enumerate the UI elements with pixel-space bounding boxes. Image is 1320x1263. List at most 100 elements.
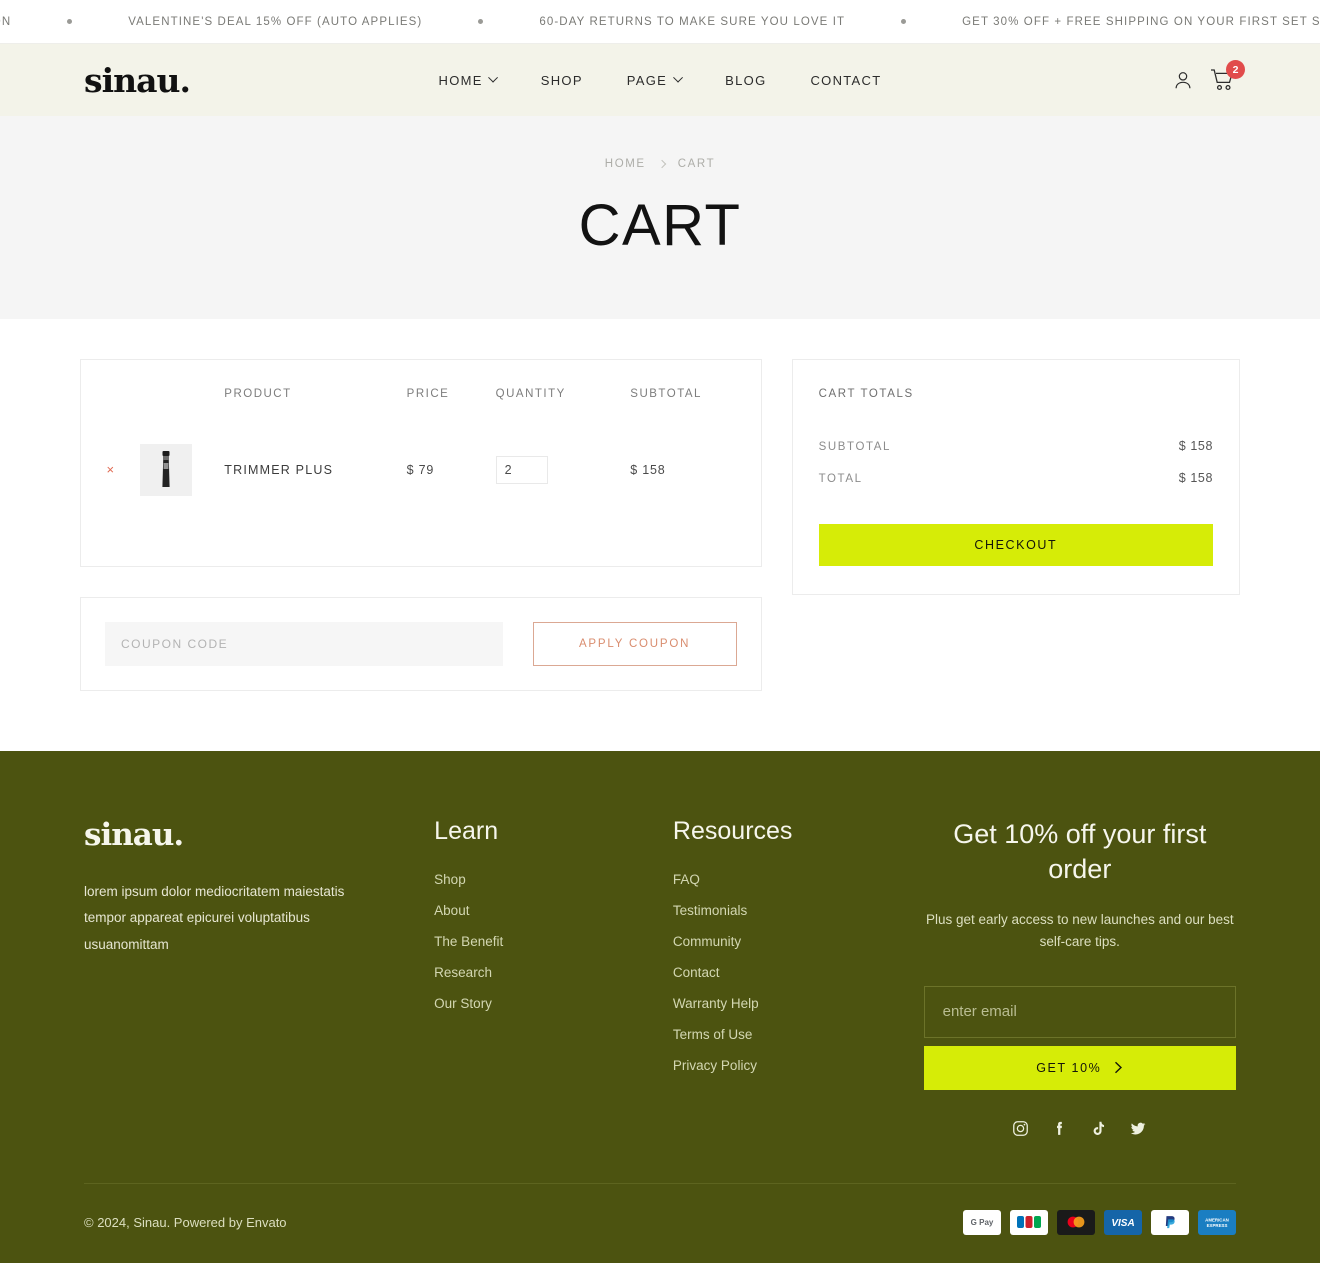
page-hero: HOME CART CART [0, 116, 1320, 319]
column-image [140, 360, 225, 426]
amex-glyph: AMERICAN EXPRESS [1205, 1218, 1229, 1228]
site-header: sinau. HOME SHOP PAGE BLOG CONTACT 2 [0, 44, 1320, 116]
totals-value: $ 158 [1178, 471, 1213, 485]
account-button[interactable] [1172, 69, 1194, 91]
nav-label: BLOG [725, 72, 767, 88]
cart-header-row: PRODUCT PRICE QUANTITY SUBTOTAL [81, 360, 761, 426]
footer-link-community[interactable]: Community [673, 934, 924, 949]
ticker-separator-dot [67, 19, 73, 24]
totals-row-subtotal: SUBTOTAL $ 158 [819, 430, 1213, 462]
nav-item-blog[interactable]: BLOG [725, 73, 766, 88]
footer-link-terms-of-use[interactable]: Terms of Use [673, 1027, 924, 1042]
footer-resources-column: Resources FAQ Testimonials Community Con… [673, 817, 924, 1137]
main-content: PRODUCT PRICE QUANTITY SUBTOTAL × TRIMME… [0, 319, 1320, 751]
footer-bottom-bar: © 2024, Sinau. Powered by Envato G Pay V… [84, 1182, 1236, 1263]
mastercard-glyph [1067, 1216, 1085, 1228]
table-spacer-row [81, 514, 761, 566]
ticker-separator-dot [901, 19, 907, 24]
site-logo[interactable]: sinau. [84, 61, 191, 100]
jcb-icon [1010, 1209, 1048, 1235]
column-remove [81, 360, 140, 426]
chevron-right-icon [1115, 1061, 1123, 1074]
footer-logo[interactable]: sinau. [84, 817, 434, 853]
footer-link-contact[interactable]: Contact [673, 965, 924, 980]
coupon-card: APPLY COUPON [80, 597, 762, 691]
main-navigation: HOME SHOP PAGE BLOG CONTACT [438, 72, 882, 88]
svg-text:EXPRESS: EXPRESS [1207, 1223, 1228, 1228]
instagram-icon[interactable] [1012, 1120, 1029, 1137]
header-actions: 2 [1172, 60, 1245, 92]
footer-link-warranty-help[interactable]: Warranty Help [673, 996, 924, 1011]
footer-link-shop[interactable]: Shop [434, 872, 673, 887]
ticker-track: NG ON YOUR FIRST SET SUBSCRIPTION VALENT… [0, 16, 1320, 28]
chevron-right-icon [657, 159, 666, 169]
footer-link-the-benefit[interactable]: The Benefit [434, 934, 673, 949]
paypal-icon [1151, 1209, 1189, 1235]
breadcrumb-item-cart: CART [677, 158, 716, 170]
nav-label: HOME [438, 72, 483, 88]
nav-label: SHOP [540, 72, 583, 88]
totals-label: TOTAL [818, 473, 863, 485]
footer-resources-title: Resources [672, 817, 793, 845]
coupon-input[interactable] [105, 622, 503, 666]
ticker-item: GET 30% OFF + FREE SHIPPING ON YOUR FIRS… [962, 15, 1320, 28]
american-express-icon: AMERICAN EXPRESS [1198, 1209, 1236, 1235]
twitter-icon[interactable] [1129, 1120, 1147, 1137]
nav-item-home[interactable]: HOME [438, 72, 499, 88]
table-row: × TRIMMER PLUS $ 79 2 $ 158 [81, 426, 761, 514]
newsletter-email-input[interactable] [923, 985, 1236, 1038]
page-title: CART [578, 193, 742, 258]
footer-link-testimonials[interactable]: Testimonials [673, 903, 924, 918]
ticker-separator-dot [478, 19, 484, 24]
newsletter-title: Get 10% off your first order [953, 819, 1207, 885]
nav-item-shop[interactable]: SHOP [541, 73, 583, 88]
trimmer-icon [162, 451, 170, 487]
footer-link-privacy-policy[interactable]: Privacy Policy [673, 1058, 924, 1073]
apply-coupon-button[interactable]: APPLY COUPON [532, 622, 737, 666]
footer-description: lorem ipsum dolor mediocritatem maiestat… [84, 884, 345, 952]
remove-cell: × [81, 426, 140, 514]
svg-text:AMERICAN: AMERICAN [1205, 1218, 1229, 1223]
nav-label: PAGE [626, 72, 668, 88]
column-price: PRICE [406, 388, 450, 400]
column-quantity: QUANTITY [495, 388, 566, 400]
chevron-down-icon [488, 72, 499, 83]
facebook-icon[interactable] [1051, 1120, 1068, 1137]
nav-item-page[interactable]: PAGE [626, 72, 683, 88]
breadcrumb-item-home[interactable]: HOME [605, 158, 646, 170]
footer-link-faq[interactable]: FAQ [673, 872, 924, 887]
newsletter-subtitle: Plus get early access to new launches an… [925, 912, 1234, 950]
visa-glyph: VISA [1111, 1218, 1134, 1229]
product-thumbnail[interactable] [139, 444, 192, 496]
svg-text:G Pay: G Pay [971, 1218, 994, 1227]
newsletter-submit-button[interactable]: GET 10% [923, 1045, 1236, 1090]
footer-link-about[interactable]: About [434, 903, 673, 918]
quantity-input[interactable]: 2 [495, 456, 548, 484]
product-image-cell [139, 426, 225, 514]
cart-count-badge: 2 [1226, 60, 1245, 79]
totals-column: CART TOTALS SUBTOTAL $ 158 TOTAL $ 158 C… [791, 359, 1240, 595]
cart-totals-card: CART TOTALS SUBTOTAL $ 158 TOTAL $ 158 C… [791, 359, 1240, 595]
site-footer: sinau. lorem ipsum dolor mediocritatem m… [0, 751, 1320, 1263]
gpay-glyph: G Pay [971, 1218, 994, 1227]
product-name[interactable]: TRIMMER PLUS [224, 463, 333, 477]
checkout-button[interactable]: CHECKOUT [818, 524, 1213, 566]
nav-item-contact[interactable]: CONTACT [810, 73, 881, 88]
cart-button[interactable]: 2 [1210, 60, 1245, 92]
footer-learn-column: Learn Shop About The Benefit Research Ou… [434, 817, 673, 1137]
cart-column: PRODUCT PRICE QUANTITY SUBTOTAL × TRIMME… [80, 359, 762, 691]
announcement-ticker: NG ON YOUR FIRST SET SUBSCRIPTION VALENT… [0, 0, 1320, 44]
product-name-cell: TRIMMER PLUS [224, 426, 406, 514]
tiktok-icon[interactable] [1090, 1120, 1107, 1137]
jcb-glyph [1017, 1216, 1041, 1229]
footer-link-research[interactable]: Research [434, 965, 673, 980]
payment-methods: G Pay VISA AMERICAN EXPRESS [963, 1209, 1236, 1235]
ticker-item: VALENTINE'S DEAL 15% OFF (AUTO APPLIES) [128, 15, 423, 28]
social-links [924, 1120, 1236, 1137]
google-pay-icon: G Pay [963, 1209, 1001, 1235]
remove-item-button[interactable]: × [107, 462, 115, 477]
cart-totals-title: CART TOTALS [818, 388, 914, 400]
newsletter-button-label: GET 10% [1036, 1060, 1102, 1075]
product-subtotal-cell: $ 158 [630, 426, 760, 514]
footer-link-our-story[interactable]: Our Story [434, 996, 673, 1011]
